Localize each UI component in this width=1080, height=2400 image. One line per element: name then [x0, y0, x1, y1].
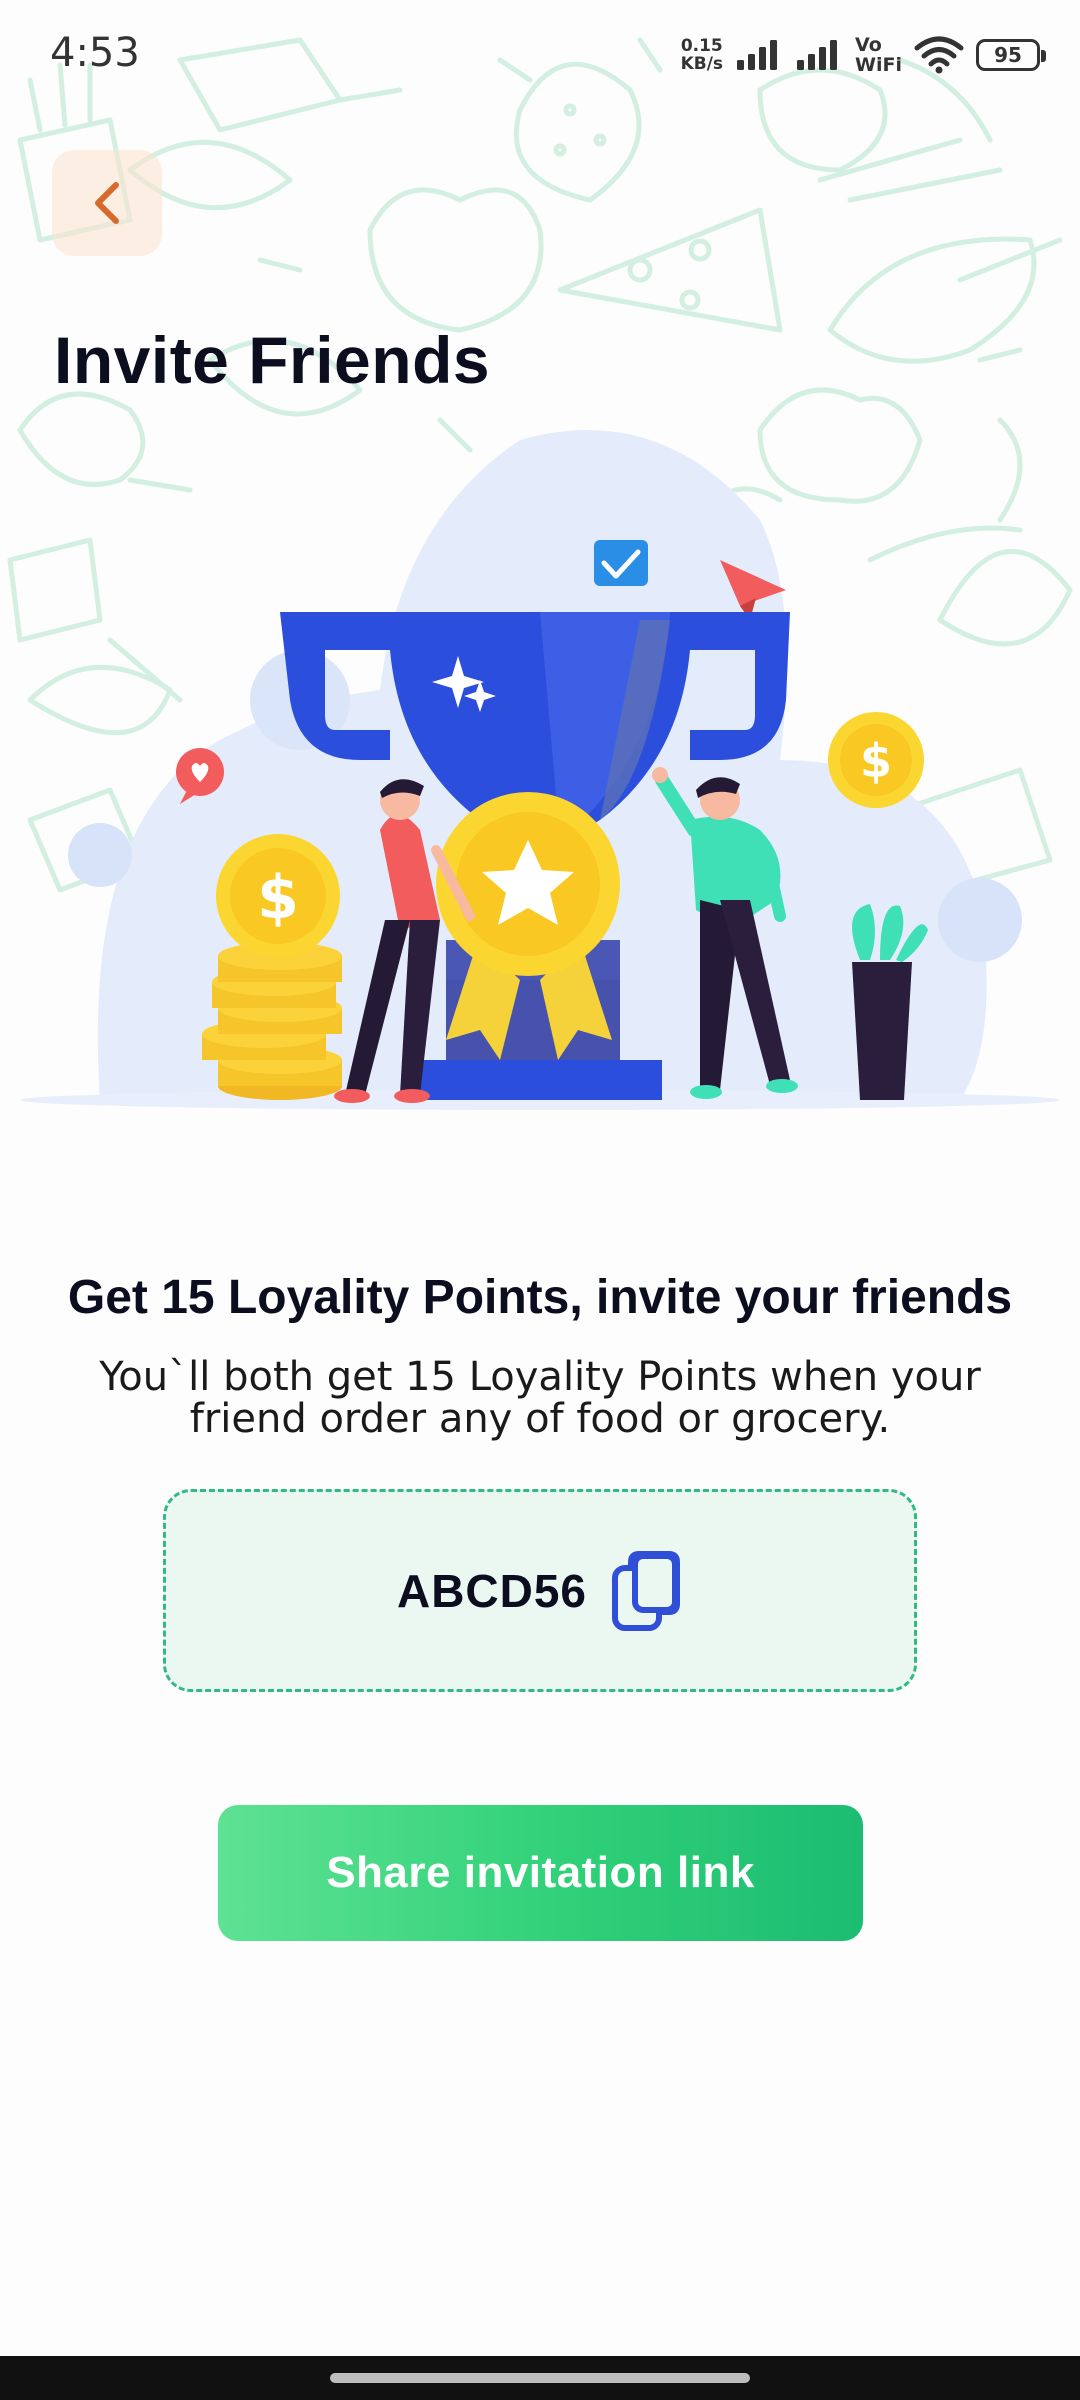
network-speed-value: 0.15 — [680, 36, 723, 56]
status-time: 4:53 — [50, 30, 140, 76]
trophy-rewards-illustration: $ $ — [20, 430, 1060, 1110]
dollar-coin-icon: $ — [828, 712, 924, 808]
referral-code: ABCD56 — [396, 1564, 588, 1617]
vowifi-top: Vo — [855, 34, 882, 56]
chevron-left-icon — [95, 182, 119, 224]
invite-headline: Get 15 Loyality Points, invite your frie… — [67, 1271, 1013, 1324]
back-button[interactable] — [52, 150, 162, 256]
page-title: Invite Friends — [54, 323, 491, 397]
svg-text:$: $ — [860, 734, 892, 788]
vowifi-bottom: WiFi — [855, 54, 902, 76]
network-speed-unit: KB/s — [680, 54, 724, 74]
coin-stack-icon — [202, 942, 342, 1100]
invite-description: You`ll both get 15 Loyality Points when … — [99, 1354, 981, 1442]
home-indicator[interactable] — [330, 2373, 750, 2383]
status-icons: 0.15 KB/s Vo WiFi 95 — [681, 30, 1046, 80]
referral-code-box[interactable]: ABCD56 — [163, 1489, 917, 1692]
vowifi-indicator: Vo WiFi — [855, 35, 902, 75]
svg-text:$: $ — [257, 863, 299, 933]
copy-icon[interactable] — [611, 1548, 683, 1634]
signal-icon — [797, 40, 838, 70]
wifi-icon — [914, 36, 964, 74]
share-invitation-link-button[interactable]: Share invitation link — [218, 1805, 863, 1941]
dollar-coin-icon: $ — [216, 834, 340, 958]
status-bar: 4:53 0.15 KB/s Vo WiFi 95 — [0, 0, 1080, 100]
battery-level: 95 — [994, 43, 1022, 67]
signal-icon — [737, 40, 778, 70]
checkbox-icon — [594, 540, 648, 586]
invite-friends-screen: 4:53 0.15 KB/s Vo WiFi 95 Invite Friends… — [0, 0, 1080, 2400]
network-speed: 0.15 KB/s — [681, 37, 723, 73]
battery-icon: 95 — [976, 39, 1046, 71]
